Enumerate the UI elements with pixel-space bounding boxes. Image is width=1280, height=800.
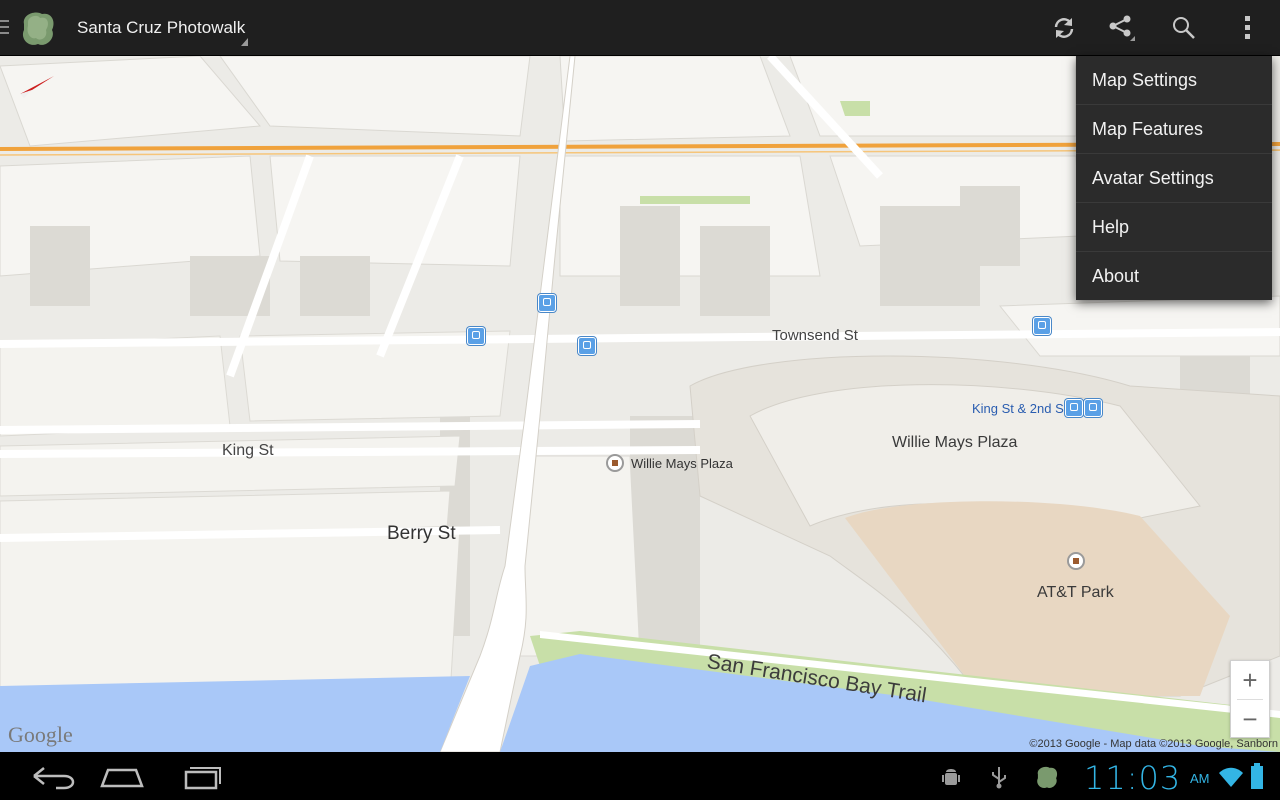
street-label-townsend: Townsend St (772, 327, 858, 344)
drawer-indicator-icon[interactable] (0, 20, 10, 36)
att-park-pin-icon[interactable] (1067, 552, 1085, 570)
overflow-menu-button[interactable] (1228, 8, 1268, 48)
street-label-king: King St (222, 442, 274, 459)
photowalk-logo-icon[interactable] (18, 8, 58, 48)
share-button[interactable] (1102, 8, 1142, 48)
search-icon (1173, 17, 1195, 39)
recent-apps-icon[interactable] (172, 762, 232, 790)
share-icon (1109, 15, 1135, 41)
wifi-icon (1219, 767, 1243, 787)
place-label-att-park[interactable]: AT&T Park (1037, 584, 1114, 602)
app-notification-icon (1037, 766, 1058, 788)
refresh-button[interactable] (1044, 8, 1084, 48)
area-label-willie-mays-plaza: Willie Mays Plaza (892, 434, 1018, 451)
bus-stop-icon[interactable] (1065, 399, 1083, 417)
zoom-in-button[interactable]: + (1231, 661, 1269, 699)
zoom-control: + − (1230, 660, 1270, 738)
bus-stop-icon[interactable] (538, 294, 556, 312)
battery-icon (1251, 763, 1263, 789)
home-icon[interactable] (92, 762, 152, 790)
search-button[interactable] (1164, 8, 1204, 48)
clock-time[interactable]: 11:03 (1084, 759, 1181, 797)
overflow-menu-icon (1245, 16, 1250, 39)
clock-ampm: AM (1190, 771, 1210, 786)
title-dropdown-indicator (241, 38, 248, 46)
place-label-willie-mays-plaza[interactable]: Willie Mays Plaza (631, 456, 733, 471)
bus-stop-icon[interactable] (1033, 317, 1051, 335)
bus-stop-icon[interactable] (467, 327, 485, 345)
menu-item-avatar-settings[interactable]: Avatar Settings (1076, 154, 1272, 203)
menu-item-map-settings[interactable]: Map Settings (1076, 56, 1272, 105)
tram-stop-icon[interactable] (1084, 399, 1102, 417)
menu-item-about[interactable]: About (1076, 252, 1272, 300)
overflow-menu: Map Settings Map Features Avatar Setting… (1076, 56, 1272, 300)
system-bar: 11:03 AM (0, 752, 1280, 800)
back-icon[interactable] (24, 762, 84, 790)
transit-label-king-2nd[interactable]: King St & 2nd St (972, 401, 1067, 416)
map-attribution: ©2013 Google - Map data ©2013 Google, Sa… (1029, 738, 1278, 750)
willie-mays-plaza-pin-icon[interactable] (606, 454, 624, 472)
refresh-icon (1054, 18, 1074, 38)
android-debug-icon (942, 769, 960, 785)
compass-icon[interactable] (20, 76, 60, 98)
menu-item-help[interactable]: Help (1076, 203, 1272, 252)
google-logo: Google (8, 722, 73, 747)
usb-icon (992, 767, 1006, 789)
menu-item-map-features[interactable]: Map Features (1076, 105, 1272, 154)
action-bar: Santa Cruz Photowalk (0, 0, 1280, 56)
zoom-out-button[interactable]: − (1231, 700, 1269, 738)
bus-stop-icon[interactable] (578, 337, 596, 355)
street-label-berry: Berry St (387, 523, 456, 544)
app-title[interactable]: Santa Cruz Photowalk (77, 18, 245, 38)
